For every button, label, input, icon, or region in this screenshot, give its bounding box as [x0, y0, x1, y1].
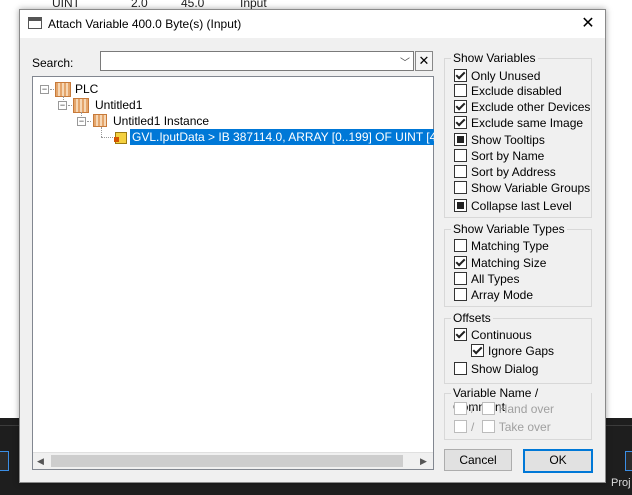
only-unused-checkbox[interactable]: Only Unused [454, 68, 540, 84]
tree-node-plc[interactable]: PLC [75, 81, 98, 97]
title-bar: Attach Variable 400.0 Byte(s) (Input) ✕ [20, 10, 605, 38]
matching-type-checkbox[interactable]: Matching Type [454, 238, 549, 254]
cancel-button[interactable]: Cancel [444, 449, 512, 471]
continuous-checkbox[interactable]: Continuous [454, 327, 532, 343]
name-take-over-checkbox[interactable] [454, 420, 467, 433]
ignore-gaps-checkbox[interactable]: Ignore Gaps [471, 343, 554, 359]
show-tooltips-checkbox[interactable]: Show Tooltips [454, 132, 545, 148]
variable-name-comment-group: Variable Name / Comment / Hand over / Ta… [444, 386, 592, 440]
show-dialog-checkbox[interactable]: Show Dialog [454, 361, 538, 377]
show-variable-groups-checkbox[interactable]: Show Variable Groups [454, 180, 590, 196]
take-over-row: / Take over [454, 419, 551, 435]
tree-node-untitled1[interactable]: Untitled1 [95, 97, 142, 113]
comment-hand-over-checkbox[interactable] [481, 402, 495, 415]
window-icon [28, 17, 42, 29]
scrollbar-thumb[interactable] [51, 455, 403, 467]
offsets-group: Offsets Continuous Ignore Gaps Show Dial… [444, 311, 592, 384]
background-project-label: Proj [611, 477, 631, 489]
exclude-same-image-checkbox[interactable]: Exclude same Image [454, 115, 583, 131]
attach-variable-dialog: Attach Variable 400.0 Byte(s) (Input) ✕ … [19, 9, 606, 483]
search-label: Search: [32, 56, 74, 70]
plc-icon [55, 82, 71, 97]
sort-by-name-checkbox[interactable]: Sort by Name [454, 148, 544, 164]
exclude-disabled-checkbox[interactable]: Exclude disabled [454, 83, 562, 99]
show-variable-types-group: Show Variable Types Matching Type Matchi… [444, 222, 592, 307]
variable-tree[interactable]: − PLC − Untitled1 − Untitled1 Instance G… [32, 76, 434, 470]
search-input[interactable]: ﹀ [100, 51, 414, 71]
matching-size-checkbox[interactable]: Matching Size [454, 255, 546, 271]
scroll-left-icon[interactable]: ◀ [37, 456, 44, 467]
chevron-down-icon[interactable]: ﹀ [400, 54, 410, 69]
collapse-icon[interactable]: − [58, 101, 67, 110]
collapse-icon[interactable]: − [77, 117, 86, 126]
exclude-other-devices-checkbox[interactable]: Exclude other Devices [454, 99, 590, 115]
hand-over-row: / Hand over [454, 401, 554, 417]
background-right-tab [625, 451, 632, 471]
name-hand-over-checkbox[interactable] [454, 402, 467, 415]
close-icon[interactable]: ✕ [576, 13, 600, 35]
all-types-checkbox[interactable]: All Types [454, 271, 519, 287]
project-icon [73, 98, 89, 113]
ok-button[interactable]: OK [523, 449, 593, 473]
scroll-right-icon[interactable]: ▶ [420, 456, 427, 467]
show-variables-group: Show Variables Only Unused Exclude disab… [444, 51, 592, 218]
group-title: Show Variables [451, 51, 538, 65]
array-mode-checkbox[interactable]: Array Mode [454, 287, 533, 303]
group-title: Offsets [451, 311, 493, 325]
background-left-tab [0, 451, 9, 471]
group-title: Show Variable Types [451, 222, 567, 236]
variable-icon [114, 132, 127, 144]
comment-take-over-checkbox[interactable] [481, 420, 495, 433]
clear-search-button[interactable]: ✕ [415, 51, 433, 71]
tree-node-gvl-iputdata[interactable]: GVL.IputData > IB 387114.0, ARRAY [0..19… [130, 129, 434, 145]
instance-icon [93, 114, 107, 127]
collapse-last-level-checkbox[interactable]: Collapse last Level [454, 198, 572, 214]
dialog-title: Attach Variable 400.0 Byte(s) (Input) [48, 17, 242, 31]
sort-by-address-checkbox[interactable]: Sort by Address [454, 164, 556, 180]
horizontal-scrollbar[interactable]: ◀ ▶ [33, 452, 433, 469]
collapse-icon[interactable]: − [40, 85, 49, 94]
tree-node-untitled1-instance[interactable]: Untitled1 Instance [113, 113, 209, 129]
